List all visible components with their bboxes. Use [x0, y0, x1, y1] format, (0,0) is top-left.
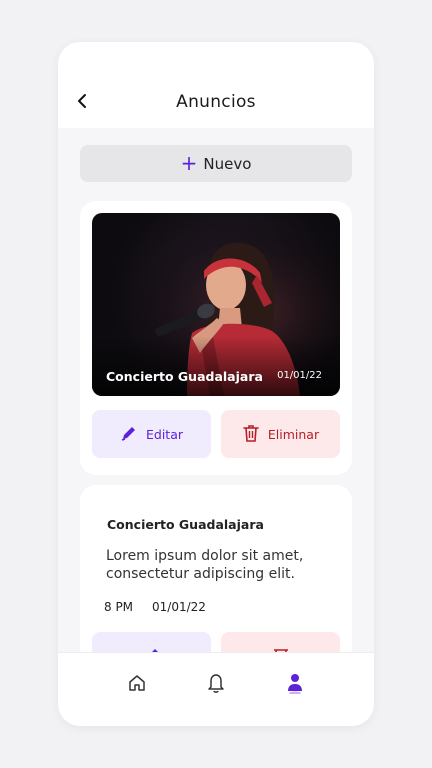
trash-icon [242, 423, 260, 446]
image-overlay [92, 336, 340, 396]
bell-icon [206, 672, 226, 698]
card-title: Concierto Guadalajara [107, 517, 264, 532]
page-title: Anuncios [176, 92, 256, 112]
card-title: Concierto Guadalajara [106, 369, 263, 384]
announcement-card: Concierto Guadalajara 01/01/22 Editar El… [80, 201, 352, 475]
pencil-icon [120, 424, 138, 445]
new-announcement-button[interactable]: + Nuevo [80, 145, 352, 182]
app-header: Anuncios [58, 42, 374, 128]
card-time: 8 PM [104, 600, 134, 614]
plus-icon: + [180, 150, 198, 175]
tab-profile[interactable] [277, 667, 313, 703]
bottom-tab-bar [58, 652, 374, 726]
phone-frame: Anuncios + Nuevo Concierto Guadalajara 0… [58, 42, 374, 726]
new-button-label: Nuevo [203, 154, 252, 173]
user-icon [285, 672, 305, 698]
card-description: Lorem ipsum dolor sit amet, consectetur … [106, 548, 304, 582]
delete-button[interactable]: Eliminar [221, 410, 340, 458]
edit-button[interactable]: Editar [92, 410, 211, 458]
card-date: 01/01/22 [277, 370, 322, 381]
tab-home[interactable] [119, 667, 155, 703]
delete-label: Eliminar [267, 426, 320, 442]
home-icon [127, 673, 147, 697]
tab-notifications[interactable] [198, 667, 234, 703]
edit-label: Editar [145, 426, 183, 442]
card-date: 01/01/22 [152, 600, 206, 614]
announcement-image: Concierto Guadalajara 01/01/22 [92, 213, 340, 396]
